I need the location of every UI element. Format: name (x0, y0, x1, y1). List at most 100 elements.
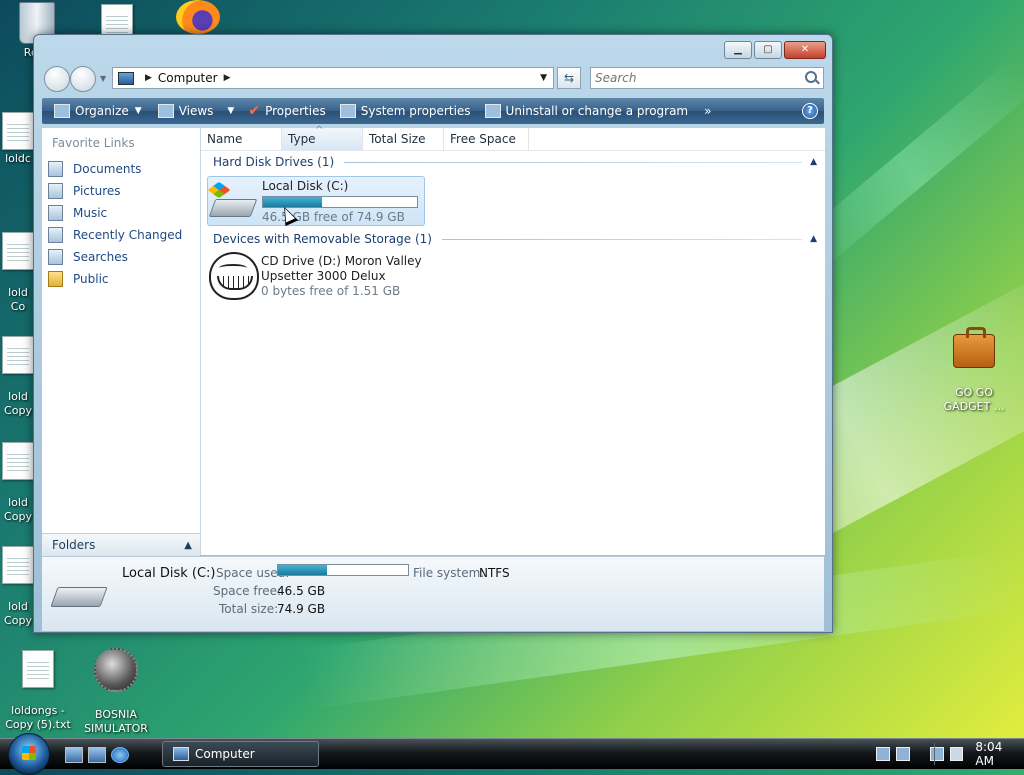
column-header-name[interactable]: Name (201, 128, 282, 150)
taskbar-button-computer[interactable]: Computer (162, 741, 319, 767)
show-desktop-icon[interactable] (65, 747, 83, 763)
recent-pages-dropdown[interactable]: ▼ (100, 74, 106, 83)
address-dropdown[interactable]: ▼ (540, 73, 547, 83)
desktop-icon-label: lold Copy (4, 390, 32, 417)
favorite-link-public[interactable]: Public (42, 268, 200, 290)
more-commands-button[interactable]: » (704, 104, 711, 118)
drive-usage-fill (263, 197, 322, 207)
internet-explorer-icon[interactable] (111, 747, 129, 763)
clock[interactable]: 8:04 AM (975, 740, 1024, 768)
drive-tile-local-disk-c[interactable]: Local Disk (C:) 46.5 GB free of 74.9 GB (207, 176, 425, 226)
drive-free-text: 0 bytes free of 1.51 GB (261, 284, 401, 298)
details-usage-fill (278, 565, 328, 575)
organize-button[interactable]: Organize ▼ (54, 104, 142, 118)
favorite-link-label: Documents (73, 162, 142, 176)
desktop-icon-file[interactable]: lold Copy (0, 322, 36, 418)
briefcase-icon (953, 327, 995, 368)
desktop-icon-label: lold Co (8, 286, 28, 313)
details-total-size-value: 74.9 GB (277, 602, 326, 616)
details-space-free-value: 46.5 GB (277, 584, 326, 598)
address-bar[interactable]: ▶ Computer ▶ ▼ (112, 67, 554, 89)
checkmark-icon: ✔ (248, 103, 261, 119)
file-list-pane: Name Type Total Size Free Space Hard Dis… (201, 120, 825, 555)
uninstall-icon (484, 104, 501, 118)
folder-icon (48, 271, 63, 287)
chevron-up-icon[interactable]: ▲ (810, 234, 817, 244)
group-title: Devices with Removable Storage (1) (213, 232, 432, 246)
desktop-icon-file[interactable]: lold Copy (0, 428, 36, 524)
uninstall-program-button[interactable]: Uninstall or change a program (484, 104, 688, 118)
column-header-total-size[interactable]: Total Size (363, 128, 444, 150)
close-button[interactable]: ✕ (784, 41, 826, 59)
favorite-link-documents[interactable]: Documents (42, 158, 200, 180)
column-header-type[interactable]: Type (282, 120, 363, 150)
computer-icon (118, 71, 134, 85)
favorite-link-pictures[interactable]: Pictures (42, 180, 200, 202)
refresh-button[interactable]: ⇆ (557, 67, 581, 89)
breadcrumb-separator[interactable]: ▶ (145, 73, 152, 83)
properties-button[interactable]: ✔ Properties (248, 103, 325, 119)
help-icon[interactable]: ? (802, 103, 818, 119)
naval-mine-icon (94, 648, 138, 692)
views-button[interactable]: Views ▼ (157, 104, 234, 118)
chevron-up-icon[interactable]: ▲ (810, 157, 817, 167)
desktop-icon-file[interactable]: lold Copy (0, 532, 36, 628)
breadcrumb-computer[interactable]: Computer (158, 71, 218, 85)
drive-tile-cd-drive-d[interactable]: CD Drive (D:) Moron Valley Upsetter 3000… (207, 252, 447, 302)
security-icon[interactable] (895, 747, 910, 761)
desktop-icon-file[interactable]: loldc (0, 112, 36, 166)
desktop-icon-label: GO GO GADGET ... (943, 386, 1005, 413)
details-pane: Local Disk (C:) Space used: File system:… (42, 556, 824, 631)
text-file-icon (2, 546, 34, 584)
column-header-free-space[interactable]: Free Space (444, 128, 529, 150)
forward-button[interactable] (70, 66, 96, 92)
favorite-link-music[interactable]: Music (42, 202, 200, 224)
desktop-icon-file[interactable]: lold Co (0, 218, 36, 314)
system-properties-label: System properties (360, 104, 471, 118)
volume-muted-icon[interactable] (949, 747, 964, 761)
desktop-icon-gadget[interactable]: GO GO GADGET ... (938, 320, 1010, 414)
desktop-icon-file[interactable]: loldongs - Copy (5).txt (2, 636, 74, 732)
favorite-link-label: Recently Changed (73, 228, 183, 242)
desktop-icon-label: BOSNIA SIMULATOR (84, 708, 148, 735)
computer-icon (173, 747, 189, 761)
music-icon (48, 205, 63, 221)
desktop-icon-label: loldc (5, 152, 31, 165)
desktop-icon-bosnia-simulator[interactable]: BOSNIA SIMULATOR (80, 634, 152, 736)
windows-logo-icon (22, 746, 36, 760)
breadcrumb-separator[interactable]: ▶ (224, 73, 231, 83)
search-input[interactable] (591, 68, 799, 88)
navigation-pane: Favorite Links Documents Pictures Music … (42, 128, 201, 555)
network-icon[interactable] (876, 747, 890, 761)
desktop-icon-firefox[interactable] (170, 0, 226, 36)
documents-icon (48, 161, 63, 177)
caption-buttons: ▁ ▢ ✕ (724, 41, 826, 59)
back-button[interactable] (44, 66, 70, 92)
recently-changed-icon (48, 227, 63, 243)
taskbar-button-label: Computer (195, 747, 255, 761)
hard-drive-body (208, 199, 258, 217)
group-divider (344, 161, 803, 163)
text-file-icon (2, 442, 34, 480)
search-box[interactable] (590, 67, 824, 89)
system-properties-button[interactable]: System properties (339, 104, 471, 118)
start-button[interactable] (8, 733, 50, 775)
favorite-link-label: Pictures (73, 184, 121, 198)
drive-name-line1: CD Drive (D:) Moron Valley (261, 254, 422, 268)
taskbar: Computer 8:04 AM (0, 733, 1024, 775)
views-label: Views (178, 104, 214, 118)
maximize-button[interactable]: ▢ (754, 41, 782, 59)
details-drive-name: Local Disk (C:) (122, 566, 216, 581)
favorite-link-recently-changed[interactable]: Recently Changed (42, 224, 200, 246)
switch-windows-icon[interactable] (88, 747, 106, 763)
search-icon[interactable] (805, 71, 817, 83)
group-header-removable-storage[interactable]: Devices with Removable Storage (1) ▲ (201, 228, 825, 250)
favorite-link-searches[interactable]: Searches (42, 246, 200, 268)
group-header-hard-disk-drives[interactable]: Hard Disk Drives (1) ▲ (201, 151, 825, 173)
minimize-button[interactable]: ▁ (724, 41, 752, 59)
connection-icon[interactable] (929, 747, 944, 761)
desktop-icon-label: lold Copy (4, 496, 32, 523)
folders-toggle[interactable]: Folders ▲ (42, 533, 200, 556)
views-icon (157, 104, 174, 118)
favorite-link-label: Music (73, 206, 108, 220)
